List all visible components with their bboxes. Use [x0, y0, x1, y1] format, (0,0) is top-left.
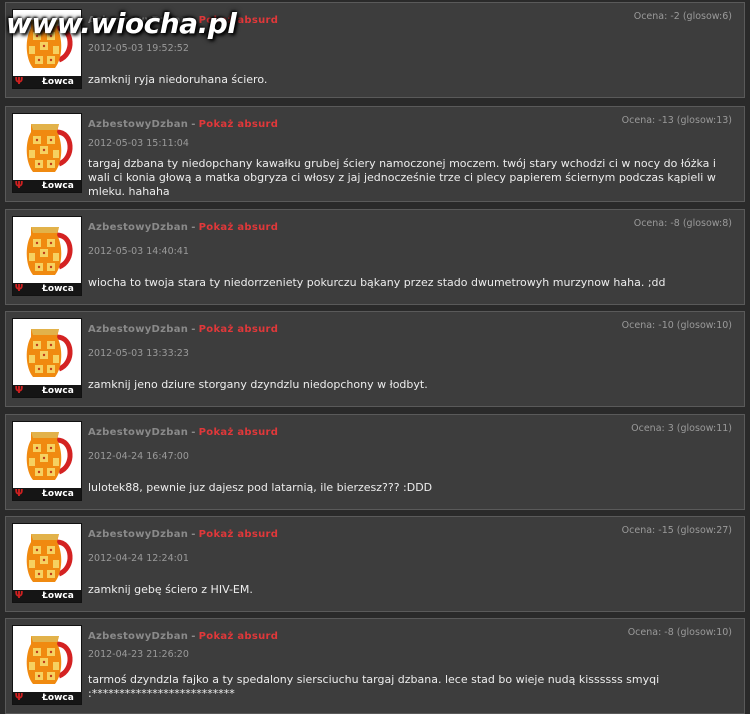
avatar[interactable]: Ψ Łowca	[12, 421, 82, 501]
separator-dash: -	[191, 324, 196, 335]
rank-label: Łowca	[42, 77, 74, 87]
jug-avatar-image	[13, 422, 81, 488]
site-logo[interactable]: www.wiocha.pl	[0, 0, 268, 48]
trident-icon: Ψ	[14, 283, 24, 294]
jug-avatar-image	[13, 319, 81, 385]
comment-score: Ocena: -15 (glosow:27)	[621, 525, 732, 536]
comment-header: AzbestowyDzban - Pokaż absurd	[88, 222, 278, 233]
comment-item: Ψ Łowca AzbestowyDzban - Pokaż absurd 2012…	[5, 516, 745, 612]
comment-item: Ψ Łowca AzbestowyDzban - Pokaż absurd 2012…	[5, 618, 745, 714]
comment-date: 2012-05-03 14:40:41	[88, 246, 189, 257]
show-absurd-link[interactable]: Pokaż absurd	[199, 119, 279, 130]
jug-avatar-image	[13, 626, 81, 692]
comment-header: AzbestowyDzban - Pokaż absurd	[88, 631, 278, 642]
show-absurd-link[interactable]: Pokaż absurd	[199, 427, 279, 438]
rank-badge: Ψ Łowca	[13, 590, 81, 602]
comment-item: Ψ Łowca AzbestowyDzban - Pokaż absurd 2012…	[5, 311, 745, 407]
trident-icon: Ψ	[14, 488, 24, 499]
rank-label: Łowca	[42, 489, 74, 499]
show-absurd-link[interactable]: Pokaż absurd	[199, 324, 279, 335]
rank-badge: Ψ Łowca	[13, 692, 81, 704]
rank-badge: Ψ Łowca	[13, 180, 81, 192]
show-absurd-link[interactable]: Pokaż absurd	[199, 222, 279, 233]
comment-date: 2012-04-24 16:47:00	[88, 451, 189, 462]
username-link[interactable]: AzbestowyDzban	[88, 222, 188, 233]
rank-badge: Ψ Łowca	[13, 488, 81, 500]
comment-header: AzbestowyDzban - Pokaż absurd	[88, 529, 278, 540]
username-link[interactable]: AzbestowyDzban	[88, 119, 188, 130]
trident-icon: Ψ	[14, 180, 24, 191]
separator-dash: -	[191, 631, 196, 642]
comment-item: Ψ Łowca AzbestowyDzban - Pokaż absurd 2012…	[5, 209, 745, 305]
avatar[interactable]: Ψ Łowca	[12, 318, 82, 398]
comment-date: 2012-04-23 21:26:20	[88, 649, 189, 660]
separator-dash: -	[191, 222, 196, 233]
comment-text: lulotek88, pewnie juz dajesz pod latarni…	[88, 481, 433, 494]
trident-icon: Ψ	[14, 385, 24, 396]
comment-item: Ψ Łowca AzbestowyDzban - Pokaż absurd 2012…	[5, 106, 745, 202]
avatar[interactable]: Ψ Łowca	[12, 625, 82, 705]
show-absurd-link[interactable]: Pokaż absurd	[199, 529, 279, 540]
jug-avatar-image	[13, 524, 81, 590]
rank-badge: Ψ Łowca	[13, 76, 81, 88]
rank-label: Łowca	[42, 181, 74, 191]
username-link[interactable]: AzbestowyDzban	[88, 529, 188, 540]
avatar[interactable]: Ψ Łowca	[12, 113, 82, 193]
trident-icon: Ψ	[14, 692, 24, 703]
jug-avatar-image	[13, 114, 81, 180]
separator-dash: -	[191, 529, 196, 540]
comment-header: AzbestowyDzban - Pokaż absurd	[88, 324, 278, 335]
trident-icon: Ψ	[14, 76, 24, 87]
comment-text: tarmoś dzyndzla fajko a ty spedalony sie…	[88, 673, 660, 700]
rank-badge: Ψ Łowca	[13, 283, 81, 295]
show-absurd-link[interactable]: Pokaż absurd	[199, 631, 279, 642]
comment-date: 2012-05-03 15:11:04	[88, 138, 189, 149]
rank-label: Łowca	[42, 284, 74, 294]
avatar[interactable]: Ψ Łowca	[12, 523, 82, 603]
comment-score: Ocena: -2 (glosow:6)	[633, 11, 732, 22]
comment-date: 2012-05-03 13:33:23	[88, 348, 189, 359]
comment-text: targaj dzbana ty niedopchany kawałku gru…	[88, 157, 716, 198]
comment-score: Ocena: -10 (glosow:10)	[621, 320, 732, 331]
comment-score: Ocena: -13 (glosow:13)	[621, 115, 732, 126]
comment-text: zamknij jeno dziure storgany dzyndzlu ni…	[88, 378, 428, 391]
comment-score: Ocena: -8 (glosow:10)	[627, 627, 732, 638]
jug-avatar-image	[13, 217, 81, 283]
comment-date: 2012-04-24 12:24:01	[88, 553, 189, 564]
comments-page: www.wiocha.pl Ψ Łowca AzbestowyDzban - Pok…	[0, 0, 750, 714]
comment-score: Ocena: 3 (glosow:11)	[631, 423, 732, 434]
comment-header: AzbestowyDzban - Pokaż absurd	[88, 427, 278, 438]
comment-text: zamknij gebę ściero z HIV-EM.	[88, 583, 253, 596]
avatar[interactable]: Ψ Łowca	[12, 216, 82, 296]
username-link[interactable]: AzbestowyDzban	[88, 427, 188, 438]
rank-label: Łowca	[42, 386, 74, 396]
comment-score: Ocena: -8 (glosow:8)	[633, 218, 732, 229]
comment-header: AzbestowyDzban - Pokaż absurd	[88, 119, 278, 130]
rank-label: Łowca	[42, 591, 74, 601]
trident-icon: Ψ	[14, 590, 24, 601]
username-link[interactable]: AzbestowyDzban	[88, 324, 188, 335]
rank-badge: Ψ Łowca	[13, 385, 81, 397]
rank-label: Łowca	[42, 693, 74, 703]
comment-item: Ψ Łowca AzbestowyDzban - Pokaż absurd 2012…	[5, 414, 745, 510]
comment-text: wiocha to twoja stara ty niedorrzeniety …	[88, 276, 666, 289]
username-link[interactable]: AzbestowyDzban	[88, 631, 188, 642]
separator-dash: -	[191, 119, 196, 130]
separator-dash: -	[191, 427, 196, 438]
comment-text: zamknij ryja niedoruhana ściero.	[88, 73, 268, 86]
